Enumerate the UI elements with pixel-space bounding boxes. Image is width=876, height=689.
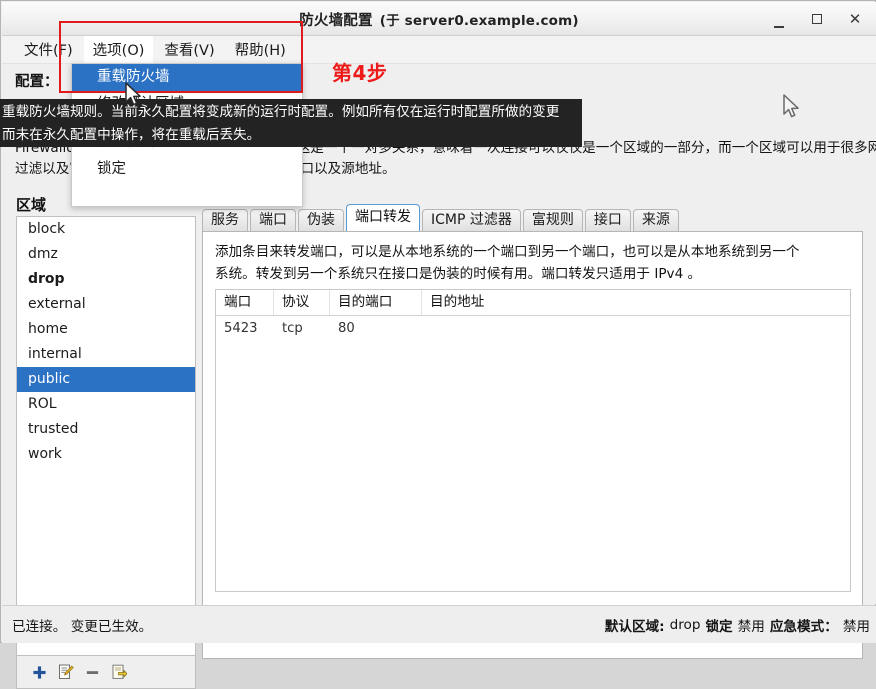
tab-bar: 服务 端口 伪装 端口转发 ICMP 过滤器 富规则 接口 来源 xyxy=(202,204,863,232)
window-title-main: 防火墙配置 xyxy=(299,12,373,29)
cell-to-address xyxy=(422,316,850,342)
window-controls: ✕ xyxy=(768,2,866,36)
default-zone-label: 默认区域: xyxy=(604,618,665,635)
reload-firewall-tooltip: 重载防火墙规则。当前永久配置将变成新的运行时配置。例如所有仅在运行时配置所做的变… xyxy=(0,99,582,147)
cell-to-port: 80 xyxy=(338,321,355,336)
zone-toolbar xyxy=(16,656,196,689)
status-bar: 已连接。 变更已生效。 默认区域: drop 锁定 禁用 应急模式： 禁用 xyxy=(2,605,876,643)
column-header-port: 端口 xyxy=(216,290,274,315)
status-summary: 默认区域: drop 锁定 禁用 应急模式： 禁用 xyxy=(605,615,870,635)
zone-item-home[interactable]: home xyxy=(17,317,195,342)
tab-ports[interactable]: 端口 xyxy=(250,209,296,232)
tab-interfaces[interactable]: 接口 xyxy=(584,209,631,232)
zone-item-dmz[interactable]: dmz xyxy=(17,242,195,267)
screenshot-root: 防火墙配置 (于 server0.example.com) ✕ 文件(F) 选项… xyxy=(0,0,876,689)
port-forwarding-panel: 添加条目来转发端口，可以是从本地系统的一个端口到另一个端口，也可以是从本地系统到… xyxy=(202,231,863,659)
zone-item-rol[interactable]: ROL xyxy=(17,392,195,417)
lockdown-value: 禁用 xyxy=(737,618,765,635)
port-forwarding-table[interactable]: 端口 协议 目的端口 目的地址 5423 tcp 80 xyxy=(215,289,851,592)
edit-zone-icon[interactable] xyxy=(58,664,74,680)
configuration-label: 配置： xyxy=(15,73,59,90)
zone-item-block[interactable]: block xyxy=(17,217,195,242)
zone-list[interactable]: block dmz drop external home internal pu… xyxy=(16,216,196,656)
window-title: 防火墙配置 (于 server0.example.com) xyxy=(2,2,876,36)
column-header-protocol: 协议 xyxy=(274,290,330,315)
default-zone-value: drop xyxy=(669,616,701,633)
minimize-icon[interactable] xyxy=(768,6,790,33)
menu-view[interactable]: 查看(V) xyxy=(155,36,223,63)
column-header-to-address: 目的地址 xyxy=(430,294,485,310)
tooltip-line2: 而未在永久配置中操作，将在重载后丢失。 xyxy=(2,127,261,143)
add-zone-icon[interactable] xyxy=(32,665,47,680)
tab-services[interactable]: 服务 xyxy=(202,209,248,232)
menu-item-lockdown[interactable]: 锁定 xyxy=(72,156,302,183)
connection-status: 已连接。 变更已生效。 xyxy=(12,618,153,635)
panic-mode-value: 禁用 xyxy=(842,618,870,635)
zone-item-internal[interactable]: internal xyxy=(17,342,195,367)
annotation-step-label: 第4步 xyxy=(332,61,388,85)
tab-rich-rules[interactable]: 富规则 xyxy=(522,209,583,232)
load-defaults-icon[interactable] xyxy=(111,664,127,680)
port-forwarding-description: 添加条目来转发端口，可以是从本地系统的一个端口到另一个端口，也可以是从本地系统到… xyxy=(215,241,851,285)
cell-protocol: tcp xyxy=(282,321,303,336)
table-header-row: 端口 协议 目的端口 目的地址 xyxy=(216,290,850,316)
menu-file[interactable]: 文件(F) xyxy=(15,36,82,63)
menu-options[interactable]: 选项(O) xyxy=(83,36,154,63)
remove-zone-icon[interactable] xyxy=(85,665,100,680)
zone-item-public[interactable]: public xyxy=(17,367,195,392)
table-row[interactable]: 5423 tcp 80 xyxy=(216,316,850,342)
panic-mode-label: 应急模式： xyxy=(769,618,838,635)
cell-port: 5423 xyxy=(224,321,258,336)
tab-masquerade[interactable]: 伪装 xyxy=(298,209,344,232)
tab-icmp-filter[interactable]: ICMP 过滤器 xyxy=(422,209,521,232)
menu-help[interactable]: 帮助(H) xyxy=(226,36,295,63)
zone-item-external[interactable]: external xyxy=(17,292,195,317)
port-forwarding-description-line2: 系统。转发到另一个系统只在接口是伪装的时候有用。端口转发只适用于 IPv4 。 xyxy=(215,266,702,282)
close-icon[interactable]: ✕ xyxy=(844,8,866,30)
zone-item-trusted[interactable]: trusted xyxy=(17,417,195,442)
menu-bar: 文件(F) 选项(O) 查看(V) 帮助(H) xyxy=(2,36,876,64)
zone-item-drop[interactable]: drop xyxy=(17,267,195,292)
menu-item-reload-firewall[interactable]: 重载防火墙 xyxy=(72,64,302,91)
column-header-to-port: 目的端口 xyxy=(330,290,422,315)
zone-item-work[interactable]: work xyxy=(17,442,195,467)
zone-list-header: 区域 xyxy=(16,196,47,214)
tab-sources[interactable]: 来源 xyxy=(632,209,679,232)
tooltip-line1: 重载防火墙规则。当前永久配置将变成新的运行时配置。例如所有仅在运行时配置所做的变… xyxy=(2,104,560,120)
port-forwarding-description-line1: 添加条目来转发端口，可以是从本地系统的一个端口到另一个端口，也可以是从本地系统到… xyxy=(215,244,800,260)
title-bar: 防火墙配置 (于 server0.example.com) ✕ xyxy=(2,2,876,36)
lockdown-label: 锁定 xyxy=(705,618,733,635)
window-title-host: (于 server0.example.com) xyxy=(379,13,579,29)
tab-port-forwarding[interactable]: 端口转发 xyxy=(346,204,420,232)
maximize-icon[interactable] xyxy=(806,8,828,30)
